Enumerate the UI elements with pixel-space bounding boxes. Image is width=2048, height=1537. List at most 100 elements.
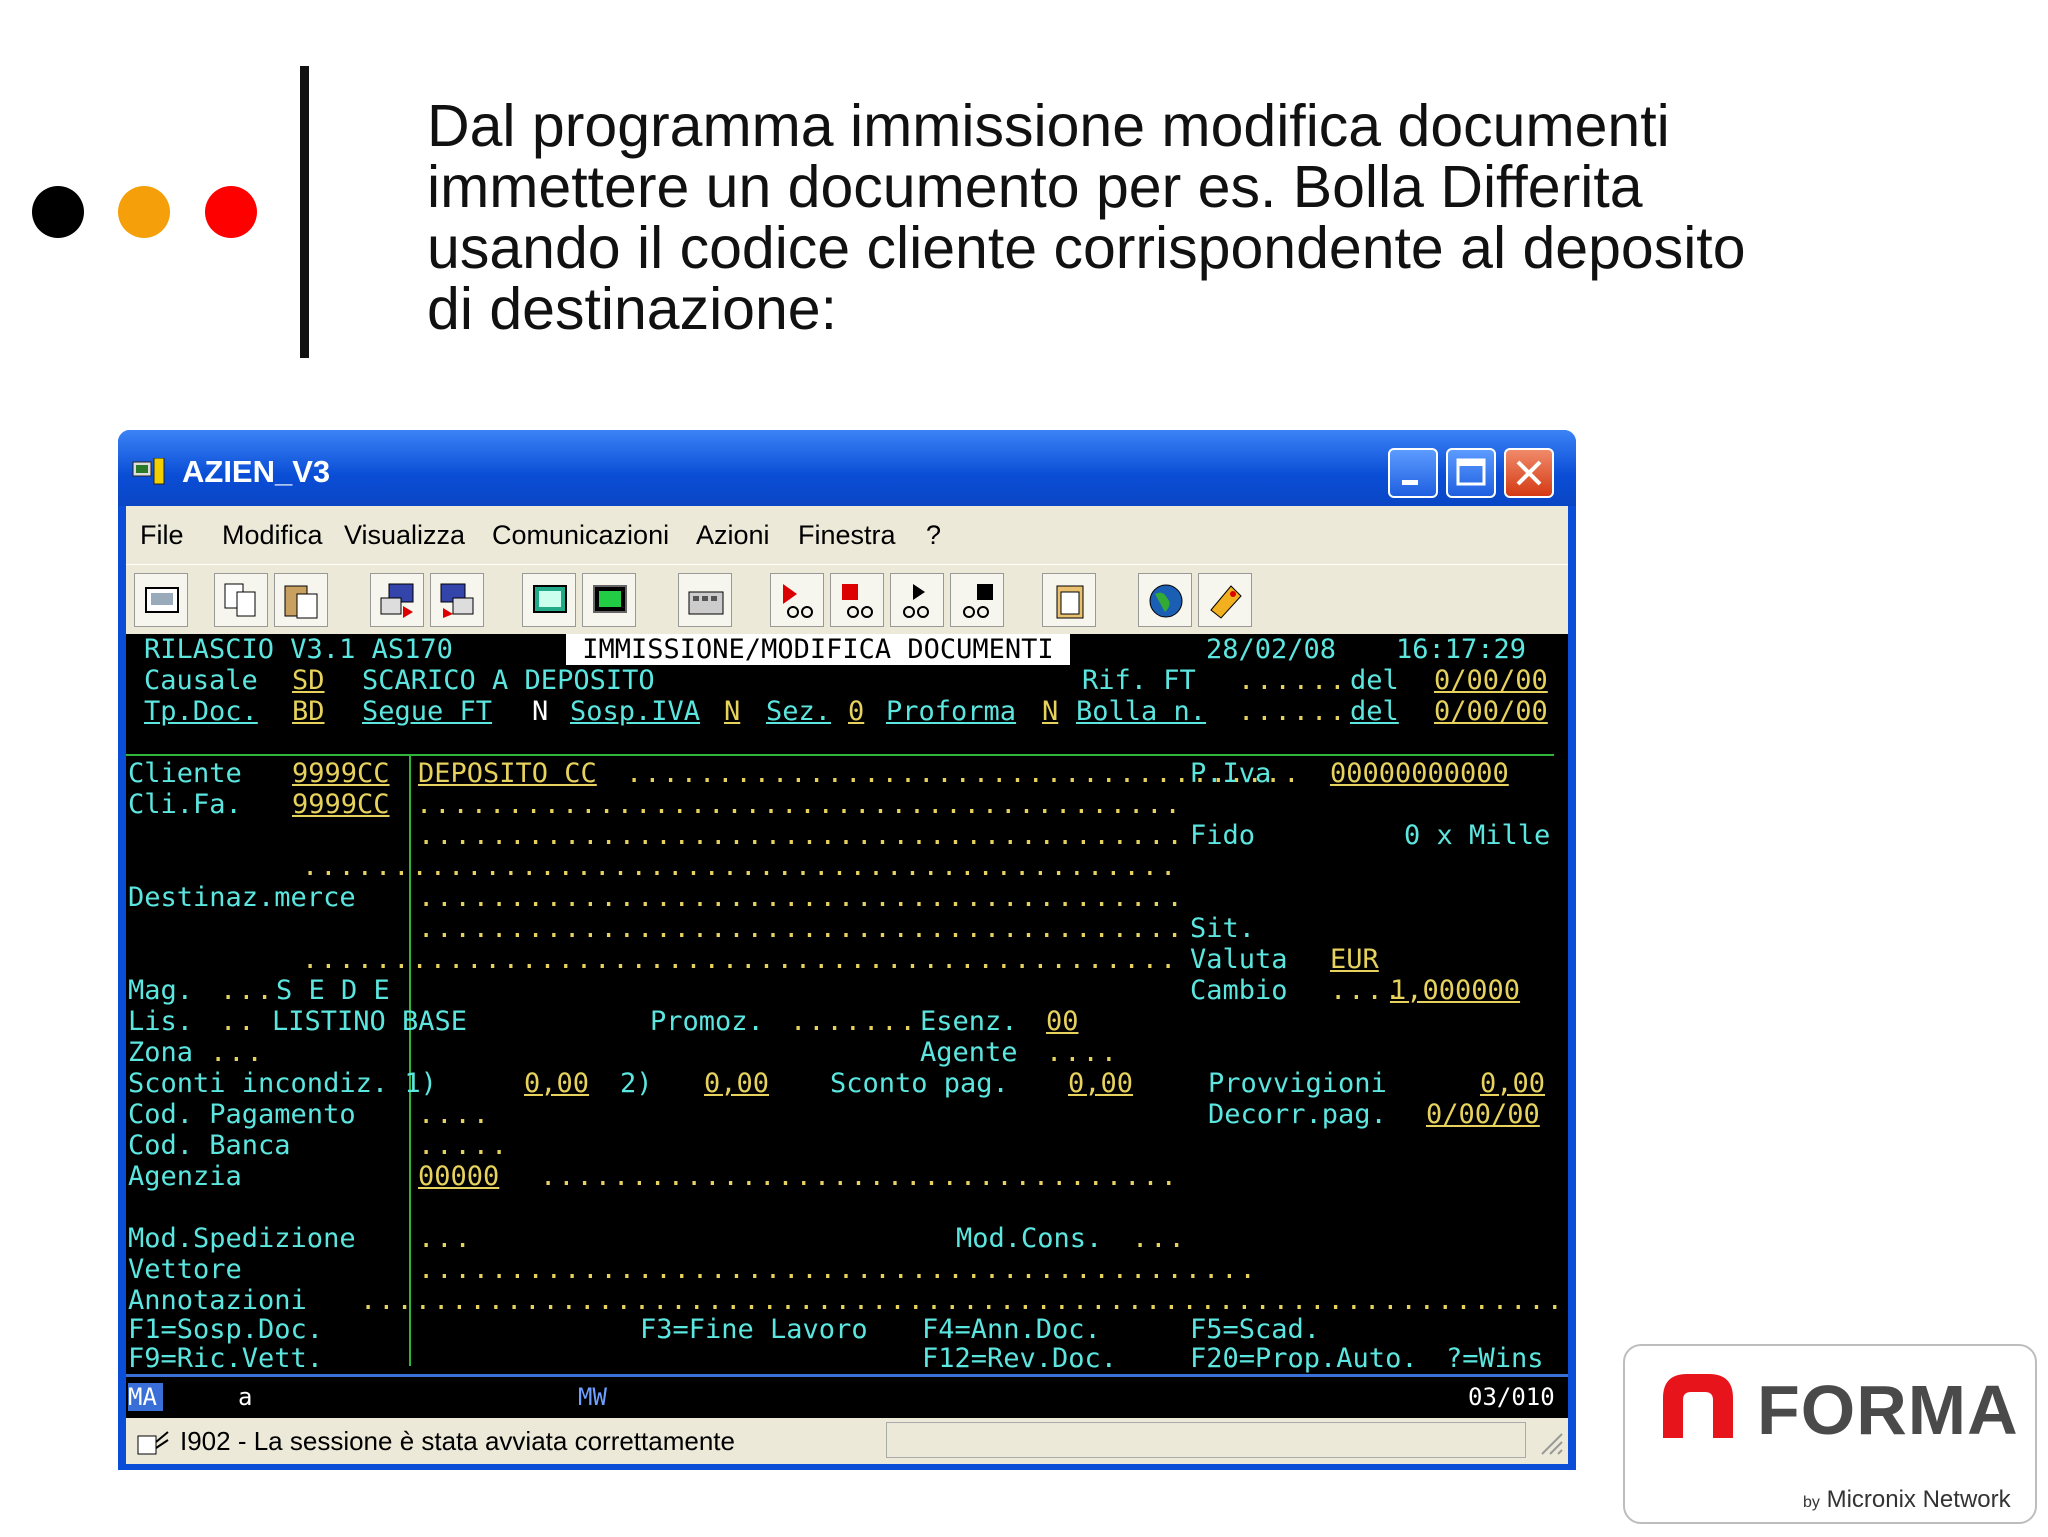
vettore-field[interactable]: ........................................…: [418, 1254, 1258, 1285]
paste-button[interactable]: [274, 573, 328, 627]
internet-button[interactable]: [1138, 573, 1192, 627]
f12-key[interactable]: F12=Rev.Doc.: [922, 1343, 1117, 1374]
destinaz-label: Destinaz.merce: [128, 882, 356, 913]
sosp-field[interactable]: N: [724, 696, 740, 727]
wins-key[interactable]: ?=Wins: [1446, 1343, 1544, 1374]
menu-finestra[interactable]: Finestra: [798, 520, 896, 551]
print-screen-icon: [145, 587, 179, 613]
decorr-field[interactable]: 0/00/00: [1426, 1099, 1540, 1130]
screen-time: 16:17:29: [1396, 634, 1527, 665]
address-line-2[interactable]: ........................................…: [302, 851, 1178, 882]
clifa-field[interactable]: 9999CC: [292, 789, 390, 820]
destinaz-line-3[interactable]: ........................................…: [302, 944, 1178, 975]
cambio-field[interactable]: 1,000000: [1390, 975, 1520, 1006]
pause-macro-button[interactable]: [950, 573, 1004, 627]
pause-macro-icon: [963, 584, 993, 618]
bolla-label: Bolla n.: [1076, 696, 1207, 727]
destinaz-field[interactable]: ........................................…: [418, 882, 1185, 913]
address-line-1[interactable]: ........................................…: [418, 820, 1185, 851]
causale-desc: SCARICO A DEPOSITO: [362, 665, 655, 696]
title-bar[interactable]: AZIEN_V3: [118, 430, 1576, 506]
rif-field[interactable]: ......: [1238, 665, 1348, 696]
cliente-field[interactable]: 9999CC: [292, 758, 390, 789]
rif-date-field[interactable]: 0/00/00: [1434, 665, 1548, 696]
menu-file[interactable]: File: [140, 520, 184, 551]
bolla-field[interactable]: ......: [1238, 696, 1348, 727]
menu-visualizza[interactable]: Visualizza: [344, 520, 465, 551]
codbanca-field[interactable]: .....: [418, 1130, 509, 1161]
modcons-field[interactable]: ...: [1132, 1223, 1187, 1254]
minimize-icon: [1402, 480, 1418, 485]
rif-label: Rif. FT: [1082, 665, 1196, 696]
sconto1-field[interactable]: 0,00: [524, 1068, 589, 1099]
valuta-label: Valuta: [1190, 944, 1288, 975]
f1-key[interactable]: F1=Sosp.Doc.: [128, 1314, 323, 1345]
agenzia-field[interactable]: 00000: [418, 1161, 499, 1192]
close-button[interactable]: [1504, 448, 1554, 498]
esenz-field[interactable]: 00: [1046, 1006, 1079, 1037]
modsped-field[interactable]: ...: [418, 1223, 473, 1254]
piva-field[interactable]: 00000000000: [1330, 758, 1509, 789]
terminal-view-button[interactable]: [582, 573, 636, 627]
agente-label: Agente: [920, 1037, 1018, 1068]
tpdoc-field[interactable]: BD: [292, 696, 325, 727]
segue-field[interactable]: N: [532, 696, 548, 727]
provvigioni-label: Provvigioni: [1208, 1068, 1387, 1099]
f3-key[interactable]: F3=Fine Lavoro: [640, 1314, 868, 1345]
maximize-button[interactable]: [1446, 448, 1496, 498]
codpag-field[interactable]: ....: [418, 1099, 491, 1130]
resize-grip-icon[interactable]: [1536, 1428, 1564, 1456]
proforma-field[interactable]: N: [1042, 696, 1058, 727]
display-button[interactable]: [522, 573, 576, 627]
agente-field[interactable]: ....: [1046, 1037, 1119, 1068]
column-guide-line: [409, 754, 411, 1366]
lis-field[interactable]: ..: [220, 1006, 257, 1037]
terminal-screen[interactable]: RILASCIO V3.1 AS170 IMMISSIONE/MODIFICA …: [126, 634, 1568, 1374]
cursor-position: 03/010: [1468, 1383, 1555, 1411]
provvigioni-field[interactable]: 0,00: [1480, 1068, 1545, 1099]
modsped-label: Mod.Spedizione: [128, 1223, 356, 1254]
keypad-button[interactable]: [678, 573, 732, 627]
zona-field[interactable]: ...: [210, 1037, 265, 1068]
slide-heading: Dal programma immissione modifica docume…: [427, 96, 1927, 340]
fido-label: Fido: [1190, 820, 1256, 851]
mag-field[interactable]: ...: [220, 975, 275, 1006]
f4-key[interactable]: F4=Ann.Doc.: [922, 1314, 1101, 1345]
minimize-button[interactable]: [1388, 448, 1438, 498]
bolla-del-label: del: [1350, 696, 1399, 727]
f20-key[interactable]: F20=Prop.Auto.: [1190, 1343, 1418, 1374]
sez-field[interactable]: 0: [848, 696, 864, 727]
send-button[interactable]: [370, 573, 424, 627]
annotazioni-field[interactable]: ........................................…: [360, 1285, 1565, 1316]
toolbar: [126, 564, 1568, 635]
stop-macro-button[interactable]: [830, 573, 884, 627]
f5-key[interactable]: F5=Scad.: [1190, 1314, 1320, 1345]
tag-button[interactable]: [1198, 573, 1252, 627]
heading-line: immettere un documento per es. Bolla Dif…: [427, 154, 1643, 220]
receive-button[interactable]: [430, 573, 484, 627]
causale-field[interactable]: SD: [292, 665, 325, 696]
sconto-pag-field[interactable]: 0,00: [1068, 1068, 1133, 1099]
clipboard-icon: [1056, 585, 1084, 619]
copy-button[interactable]: [214, 573, 268, 627]
promoz-field[interactable]: .......: [790, 1006, 918, 1037]
menu-azioni[interactable]: Azioni: [696, 520, 770, 551]
session-plug-icon: [137, 1431, 169, 1455]
menu-help[interactable]: ?: [926, 520, 941, 551]
menu-modifica[interactable]: Modifica: [222, 520, 323, 551]
record-macro-button[interactable]: [770, 573, 824, 627]
bolla-date-field[interactable]: 0/00/00: [1434, 696, 1548, 727]
play-macro-button[interactable]: [890, 573, 944, 627]
menu-comunicazioni[interactable]: Comunicazioni: [492, 520, 669, 551]
sconto2-field[interactable]: 0,00: [704, 1068, 769, 1099]
destinaz-line-2[interactable]: ........................................…: [418, 913, 1185, 944]
vettore-label: Vettore: [128, 1254, 242, 1285]
oia-a: a: [238, 1383, 253, 1411]
clifa-fill: ........................................…: [416, 789, 1183, 820]
f9-key[interactable]: F9=Ric.Vett.: [128, 1343, 323, 1374]
mag-label: Mag.: [128, 975, 194, 1006]
clipboard-button[interactable]: [1042, 573, 1096, 627]
close-icon: [1516, 460, 1542, 486]
print-screen-button[interactable]: [134, 573, 188, 627]
valuta-field[interactable]: EUR: [1330, 944, 1379, 975]
